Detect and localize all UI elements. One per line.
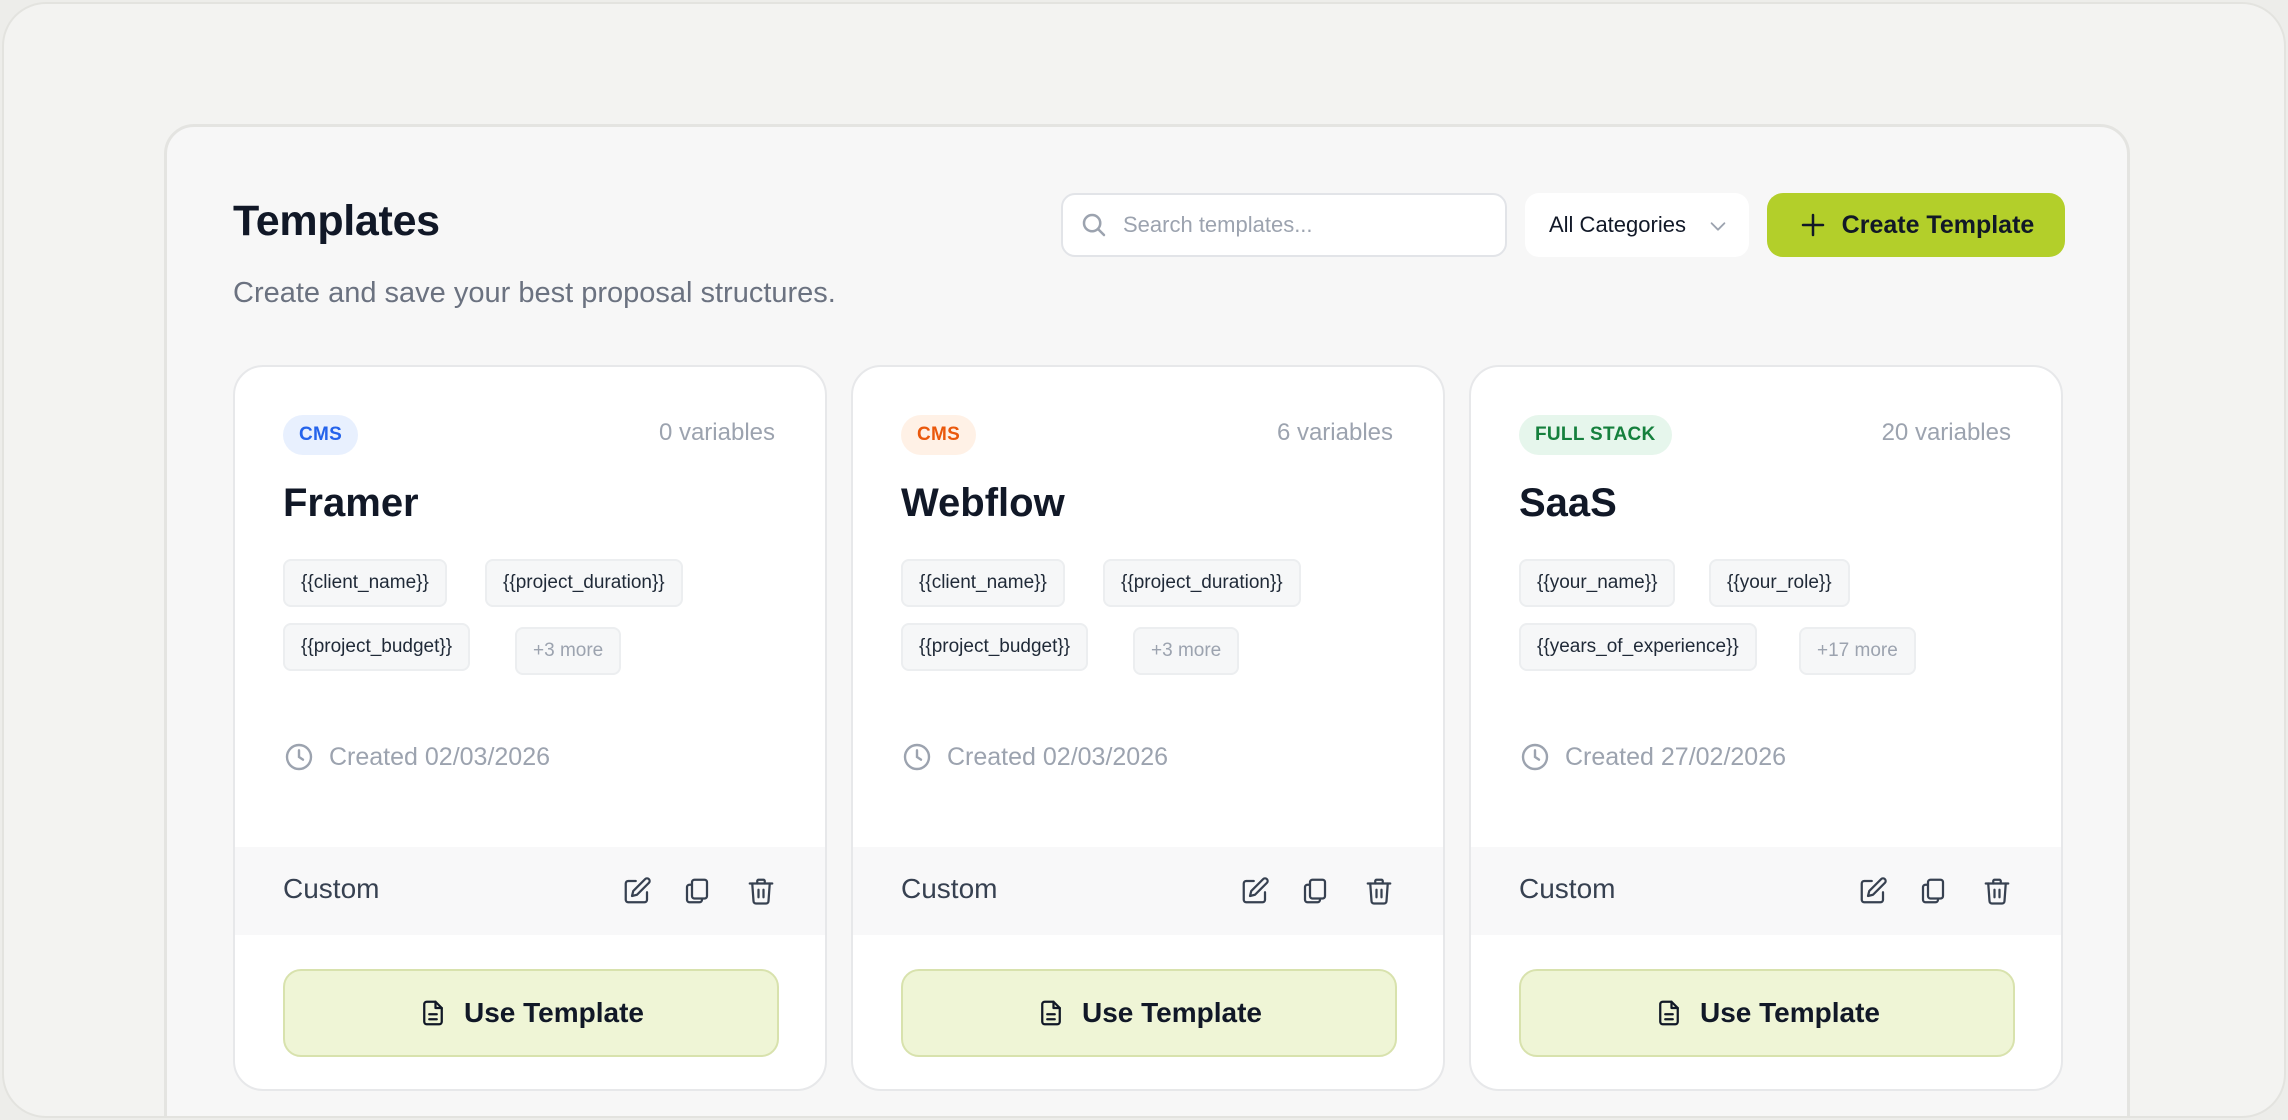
- chevron-down-icon: [1710, 222, 1726, 231]
- variable-tag: {{years_of_experience}}: [1519, 623, 1757, 671]
- template-type-label: Custom: [1519, 873, 1616, 904]
- variable-count: 0 variables: [658, 419, 775, 446]
- edit-button[interactable]: [1237, 873, 1273, 909]
- clock-icon: [285, 743, 313, 771]
- templates-panel: Templates Create and save your best prop…: [164, 124, 2130, 1116]
- more-variables-tag: +3 more: [1133, 627, 1240, 675]
- variable-count: 6 variables: [1276, 419, 1393, 446]
- plus-icon: [1801, 213, 1824, 237]
- edit-icon: [1242, 877, 1269, 904]
- delete-button[interactable]: [1361, 873, 1397, 909]
- search-input[interactable]: [1123, 212, 1483, 238]
- clock-icon: [1521, 743, 1549, 771]
- duplicate-button[interactable]: [679, 873, 715, 909]
- duplicate-icon: [1303, 878, 1327, 904]
- category-select-value: All Categories: [1549, 212, 1686, 237]
- use-template-label: Use Template: [1082, 997, 1262, 1028]
- use-template-label: Use Template: [464, 997, 644, 1028]
- create-template-button[interactable]: Create Template: [1767, 193, 2065, 257]
- edit-icon: [624, 877, 651, 904]
- variable-tag: {{project_budget}}: [283, 623, 471, 671]
- variable-count: 20 variables: [1881, 419, 2011, 446]
- card-footer: Custom: [853, 847, 1443, 935]
- document-icon: [1659, 1000, 1679, 1026]
- category-badge: CMS: [901, 415, 977, 455]
- created-date: Created 02/03/2026: [283, 741, 550, 773]
- created-date: Created 02/03/2026: [901, 741, 1168, 773]
- use-template-label: Use Template: [1700, 997, 1880, 1028]
- category-badge: FULL STACK: [1519, 415, 1672, 455]
- template-type-label: Custom: [283, 873, 380, 904]
- clock-icon: [903, 743, 931, 771]
- duplicate-button[interactable]: [1915, 873, 1951, 909]
- template-card: CMS 0 variables Framer {{client_name}} {…: [233, 365, 827, 1091]
- duplicate-icon: [1921, 878, 1945, 904]
- template-card: FULL STACK 20 variables SaaS {{your_name…: [1469, 365, 2063, 1091]
- variable-tag: {{project_duration}}: [485, 559, 683, 607]
- use-template-button[interactable]: Use Template: [901, 969, 1397, 1057]
- variable-tag: {{client_name}}: [901, 559, 1065, 607]
- variable-tag: {{project_budget}}: [901, 623, 1089, 671]
- create-template-label: Create Template: [1841, 210, 2035, 239]
- more-variables-tag: +17 more: [1799, 627, 1916, 675]
- edit-button[interactable]: [1855, 873, 1891, 909]
- variable-tag: {{project_duration}}: [1103, 559, 1301, 607]
- more-variables-tag: +3 more: [515, 627, 622, 675]
- card-footer: Custom: [1471, 847, 2061, 935]
- duplicate-button[interactable]: [1297, 873, 1333, 909]
- app-window: Templates Create and save your best prop…: [2, 2, 2286, 1118]
- variable-tag: {{your_name}}: [1519, 559, 1676, 607]
- document-icon: [1041, 1000, 1061, 1026]
- use-template-button[interactable]: Use Template: [1519, 969, 2015, 1057]
- delete-button[interactable]: [743, 873, 779, 909]
- template-card: CMS 6 variables Webflow {{client_name}} …: [851, 365, 1445, 1091]
- created-date-text: Created 02/03/2026: [329, 742, 551, 771]
- created-date: Created 27/02/2026: [1519, 741, 1786, 773]
- template-name: SaaS: [1519, 481, 1617, 525]
- category-select[interactable]: All Categories: [1525, 193, 1749, 257]
- edit-button[interactable]: [619, 873, 655, 909]
- template-name: Framer: [283, 481, 419, 525]
- trash-icon: [1366, 878, 1392, 905]
- template-type-label: Custom: [901, 873, 998, 904]
- page-title: Templates: [233, 197, 440, 245]
- created-date-text: Created 02/03/2026: [947, 742, 1169, 771]
- created-date-text: Created 27/02/2026: [1565, 742, 1787, 771]
- trash-icon: [1984, 878, 2010, 905]
- duplicate-icon: [685, 878, 709, 904]
- page-subtitle: Create and save your best proposal struc…: [233, 277, 836, 309]
- category-badge: CMS: [283, 415, 359, 455]
- trash-icon: [748, 878, 774, 905]
- delete-button[interactable]: [1979, 873, 2015, 909]
- search-icon: [1082, 213, 1106, 237]
- edit-icon: [1860, 877, 1887, 904]
- use-template-button[interactable]: Use Template: [283, 969, 779, 1057]
- document-icon: [423, 1000, 443, 1026]
- variable-tag: {{client_name}}: [283, 559, 447, 607]
- variable-tag: {{your_role}}: [1709, 559, 1850, 607]
- search-box[interactable]: [1061, 193, 1507, 257]
- template-name: Webflow: [901, 481, 1065, 525]
- card-footer: Custom: [235, 847, 825, 935]
